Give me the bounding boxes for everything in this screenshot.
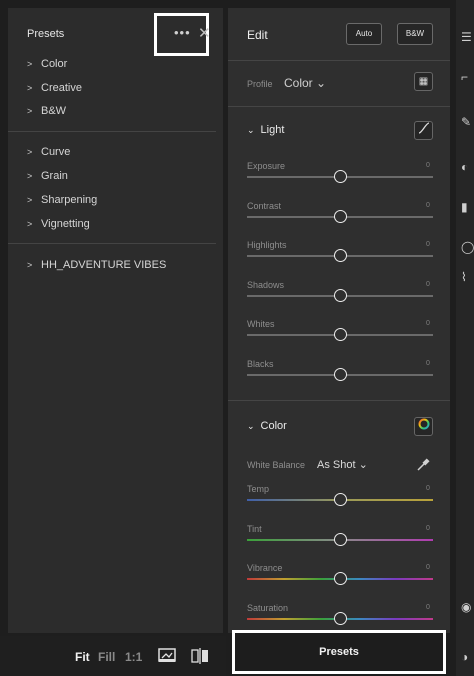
profile-browser-icon[interactable]: ▦ bbox=[414, 72, 433, 91]
share-icon[interactable]: ◑ bbox=[461, 650, 468, 664]
close-icon[interactable]: ✕ bbox=[198, 24, 211, 42]
divider bbox=[228, 106, 450, 107]
one-to-one-button[interactable]: 1:1 bbox=[125, 650, 142, 664]
slider-label: Vibrance bbox=[247, 563, 283, 573]
compare-icon[interactable] bbox=[191, 648, 209, 667]
slider-label: Saturation bbox=[247, 602, 289, 613]
slider-value: 0 bbox=[426, 359, 430, 367]
edit-sliders-icon[interactable]: ☰ bbox=[461, 30, 472, 44]
chevron-right-icon: > bbox=[27, 106, 33, 116]
slider-thumb[interactable] bbox=[333, 328, 347, 341]
preset-group-bw[interactable]: > B&W bbox=[27, 103, 66, 119]
radial-icon[interactable]: ◯ bbox=[461, 240, 474, 254]
chevron-down-icon: ⌄ bbox=[247, 421, 255, 431]
optics-icon[interactable]: ⌇ bbox=[461, 270, 467, 284]
slider-thumb[interactable] bbox=[333, 209, 347, 223]
slider-value: 0 bbox=[426, 524, 430, 532]
profile-label: Profile bbox=[247, 79, 273, 89]
divider bbox=[228, 400, 450, 401]
preset-group-curve[interactable]: > Curve bbox=[27, 144, 70, 160]
fill-button[interactable]: Fill bbox=[98, 650, 115, 664]
slider-label: Shadows bbox=[247, 279, 285, 290]
profile-dropdown[interactable]: Color ⌄ bbox=[284, 76, 326, 90]
presets-tab-icon[interactable]: ◉ bbox=[461, 600, 471, 614]
chevron-right-icon: > bbox=[27, 260, 33, 270]
slider-thumb[interactable] bbox=[333, 532, 347, 546]
more-options-icon[interactable]: ••• bbox=[174, 25, 191, 40]
crop-icon[interactable]: ⌐ bbox=[461, 70, 468, 84]
slider-thumb[interactable] bbox=[333, 572, 347, 585]
preset-group-vignetting[interactable]: > Vignetting bbox=[27, 216, 90, 232]
slider-value: 0 bbox=[426, 162, 430, 169]
slider-value: 0 bbox=[426, 564, 430, 571]
slider-label: Blacks bbox=[247, 358, 274, 369]
slider-value: 0 bbox=[426, 485, 430, 492]
chevron-down-icon: ⌄ bbox=[247, 125, 255, 135]
slider-label: Whites bbox=[247, 319, 275, 329]
divider bbox=[8, 243, 216, 244]
white-balance-label: White Balance bbox=[247, 460, 306, 470]
slider-label: Temp bbox=[247, 484, 270, 494]
slider-label: Exposure bbox=[247, 161, 286, 171]
slider-thumb[interactable] bbox=[333, 288, 347, 302]
fit-button[interactable]: Fit bbox=[75, 650, 90, 664]
slider-label: Tint bbox=[247, 523, 262, 534]
bw-button[interactable]: B&W bbox=[397, 23, 433, 45]
chevron-right-icon: > bbox=[27, 195, 33, 205]
presets-button-label: Presets bbox=[319, 646, 359, 658]
slider-value: 0 bbox=[426, 603, 430, 611]
preset-group-color[interactable]: > Color bbox=[27, 56, 67, 72]
divider bbox=[228, 60, 450, 61]
slider-thumb[interactable] bbox=[333, 367, 347, 381]
auto-button[interactable]: Auto bbox=[346, 23, 382, 45]
view-toolbar: Fit Fill 1:1 bbox=[0, 636, 226, 676]
color-mixer-icon[interactable] bbox=[414, 417, 433, 436]
preset-group-hh-adventure-vibes[interactable]: > HH_ADVENTURE VIBES bbox=[27, 257, 166, 273]
presets-button[interactable]: Presets bbox=[232, 630, 446, 674]
chevron-right-icon: > bbox=[27, 83, 33, 93]
edit-panel: Edit Auto B&W Profile Color ⌄ ▦ ⌄ Light ⌄… bbox=[228, 8, 450, 633]
slider-label: Highlights bbox=[247, 240, 287, 250]
light-section-header[interactable]: ⌄ Light bbox=[247, 124, 284, 136]
chevron-right-icon: > bbox=[27, 59, 33, 69]
eyedropper-icon[interactable] bbox=[416, 458, 430, 475]
slider-thumb[interactable] bbox=[333, 249, 347, 262]
healing-icon[interactable]: ✎ bbox=[461, 115, 471, 129]
slider-label: Contrast bbox=[247, 200, 282, 211]
right-toolbar: ☰ ⌐ ✎ ◐ ▮ ◯ ⌇ ◉ ◑ bbox=[456, 0, 474, 676]
preset-group-creative[interactable]: > Creative bbox=[27, 80, 82, 96]
tone-curve-icon[interactable] bbox=[414, 121, 433, 140]
slider-value: 0 bbox=[426, 320, 430, 327]
chevron-right-icon: > bbox=[27, 147, 33, 157]
chevron-right-icon: > bbox=[27, 219, 33, 229]
slider-thumb[interactable] bbox=[333, 493, 347, 506]
preset-group-sharpening[interactable]: > Sharpening bbox=[27, 192, 97, 208]
slider-value: 0 bbox=[426, 241, 430, 248]
slider-value: 0 bbox=[426, 280, 430, 288]
presets-panel-title: Presets bbox=[27, 28, 65, 40]
edit-panel-title: Edit bbox=[247, 28, 268, 42]
preset-group-grain[interactable]: > Grain bbox=[27, 168, 68, 184]
presets-panel: Presets ••• ✕ > Color > Creative > B&W > Cur… bbox=[8, 8, 223, 633]
brush-icon[interactable]: ◐ bbox=[461, 160, 468, 174]
chevron-right-icon: > bbox=[27, 171, 33, 181]
slider-thumb[interactable] bbox=[333, 611, 347, 625]
slider-thumb[interactable] bbox=[333, 170, 347, 183]
info-overlay-icon[interactable] bbox=[158, 648, 176, 667]
gradient-icon[interactable]: ▮ bbox=[461, 200, 468, 214]
slider-value: 0 bbox=[426, 201, 430, 209]
color-section-header[interactable]: ⌄ Color bbox=[247, 420, 287, 432]
divider bbox=[8, 131, 216, 132]
white-balance-dropdown[interactable]: As Shot ⌄ bbox=[317, 458, 368, 471]
